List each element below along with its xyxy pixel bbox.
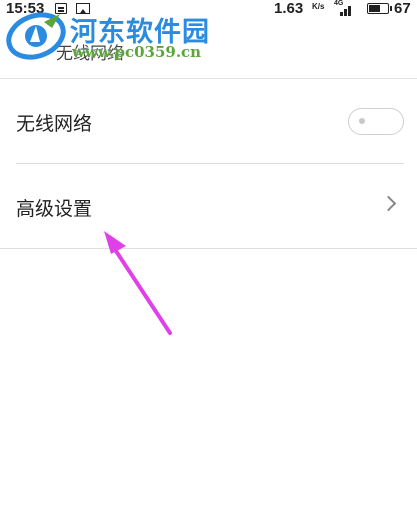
toggle-knob [359,118,365,124]
advanced-settings-label: 高级设置 [16,198,93,220]
watermark-logo-icon [6,12,66,60]
network-speed: 1.63 [274,0,304,17]
advanced-settings-row[interactable]: 高级设置 [16,164,404,248]
chevron-right-icon [380,195,397,212]
network-speed-unit: K/s [312,2,325,11]
battery-icon [367,3,392,14]
wifi-label: 无线网络 [16,113,93,135]
wifi-setting-row: 无线网络 [16,79,404,164]
divider [0,248,417,249]
battery-level: 67 [394,0,411,17]
wifi-toggle[interactable] [348,108,404,135]
watermark-url: www.pc0359.cn [72,43,202,61]
signal-strength-icon [334,4,352,16]
